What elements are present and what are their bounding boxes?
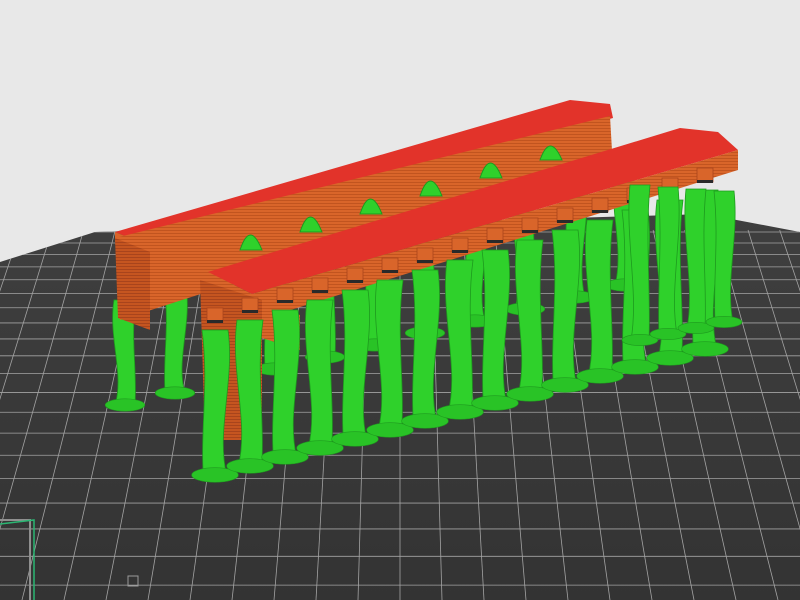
tab-interface-layer — [487, 240, 503, 243]
part-tab — [416, 247, 434, 263]
tab-interface-layer — [522, 230, 538, 233]
tab-interface-layer — [452, 250, 468, 253]
part-tab — [381, 257, 399, 273]
tab-interface-layer — [242, 310, 258, 313]
support-base — [705, 316, 743, 328]
tab-interface-layer — [312, 290, 328, 293]
tab-interface-layer — [592, 210, 608, 213]
part-tab — [206, 307, 224, 323]
tab-interface-layer — [697, 180, 713, 183]
tab-interface-layer — [207, 320, 223, 323]
tab-interface-layer — [347, 280, 363, 283]
part-tab — [556, 207, 574, 223]
tab-interface-layer — [417, 260, 433, 263]
part-tab — [486, 227, 504, 243]
part-tab — [241, 297, 259, 313]
part-tab — [346, 267, 364, 283]
part-tab — [451, 237, 469, 253]
3d-viewport[interactable] — [0, 0, 800, 600]
tab-interface-layer — [557, 220, 573, 223]
tab-interface-layer — [277, 300, 293, 303]
part-tab — [591, 197, 609, 213]
part-back-end-face — [115, 238, 150, 330]
support-base — [681, 341, 729, 357]
part-tab — [521, 217, 539, 233]
slice-preview-scene[interactable] — [0, 0, 800, 600]
support-base — [104, 398, 146, 412]
support-base — [154, 386, 196, 400]
tab-interface-layer — [382, 270, 398, 273]
part-tab — [276, 287, 294, 303]
part-tab — [311, 277, 329, 293]
part-tab — [696, 167, 714, 183]
